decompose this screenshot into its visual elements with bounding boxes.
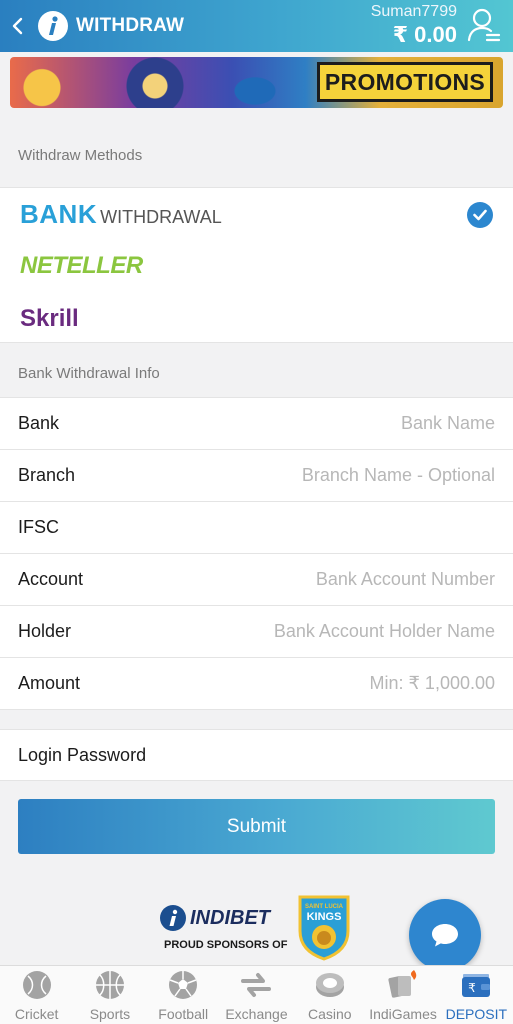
field-label: Account	[18, 569, 84, 589]
nav-label: DEPOSIT	[445, 1006, 508, 1022]
nav-label: Sports	[89, 1006, 131, 1022]
nav-label: Casino	[307, 1006, 352, 1022]
indibet-logo: INDIBET	[160, 905, 270, 931]
nav-label: IndiGames	[369, 1006, 437, 1022]
selected-check-icon	[467, 202, 493, 228]
form-row-holder: Holder	[0, 606, 513, 658]
submit-button[interactable]: Submit	[18, 799, 495, 854]
sponsor-block: INDIBET PROUD SPONSORS OF SAINT LUCIA KI…	[160, 893, 360, 963]
nav-label: Football	[158, 1006, 209, 1022]
cards-icon	[388, 970, 417, 998]
form-row-ifsc: IFSC	[0, 502, 513, 554]
form-row-bank: Bank	[0, 398, 513, 450]
basketball-icon	[95, 971, 124, 999]
bank-suffix: WITHDRAWAL	[100, 206, 222, 227]
branch-name-input[interactable]	[235, 465, 495, 486]
exchange-icon	[241, 973, 272, 997]
password-input[interactable]	[255, 742, 495, 770]
promotions-banner[interactable]: PROMOTIONS	[10, 57, 503, 108]
field-label: IFSC	[18, 517, 60, 537]
field-label: Holder	[18, 621, 72, 641]
nav-item-exchange[interactable]: Exchange	[220, 966, 293, 1024]
nav-label: Cricket	[14, 1006, 59, 1022]
username: Suman7799	[370, 3, 457, 20]
nav-label: Exchange	[225, 1006, 288, 1022]
bank-brand: BANK	[20, 198, 98, 229]
field-label: Amount	[18, 673, 81, 693]
chat-bubble-icon	[432, 924, 458, 947]
nav-item-football[interactable]: Football	[147, 966, 220, 1024]
bank-info-form: Bank Branch IFSC Account Holder Amount	[0, 397, 513, 710]
casino-chip-icon	[315, 973, 344, 997]
indibet-i-icon	[160, 905, 186, 931]
field-label: Branch	[18, 465, 76, 485]
balance: ₹ 0.00	[392, 22, 457, 47]
cricket-ball-icon	[22, 971, 51, 999]
method-bank-withdrawal[interactable]: BANK WITHDRAWAL	[20, 194, 222, 234]
banner-art	[10, 57, 90, 108]
bank-name-input[interactable]	[235, 413, 495, 434]
nav-item-deposit[interactable]: ₹ DEPOSIT	[440, 966, 513, 1024]
form-row-account: Account	[0, 554, 513, 606]
back-button[interactable]	[0, 0, 36, 52]
chat-button[interactable]	[409, 899, 481, 971]
chevron-left-icon	[12, 17, 23, 35]
team-top-text: SAINT LUCIA	[305, 904, 344, 910]
team-name-text: KINGS	[307, 911, 342, 923]
user-info: Suman7799 ₹ 0.00	[371, 2, 457, 48]
nav-item-sports[interactable]: Sports	[73, 966, 146, 1024]
bank-info-heading: Bank Withdrawal Info	[18, 365, 160, 382]
promotions-label: PROMOTIONS	[317, 62, 493, 102]
withdraw-methods-heading: Withdraw Methods	[18, 147, 143, 164]
nav-item-casino[interactable]: Casino	[293, 966, 366, 1024]
field-label: Bank	[18, 413, 60, 433]
ifsc-input[interactable]	[235, 517, 495, 538]
form-row-branch: Branch	[0, 450, 513, 502]
saint-lucia-kings-shield-icon: SAINT LUCIA KINGS	[298, 895, 350, 961]
bottom-nav: Cricket Sports Football Exchange Casino …	[0, 965, 513, 1024]
nav-item-cricket[interactable]: Cricket	[0, 966, 73, 1024]
amount-input[interactable]	[235, 673, 495, 694]
method-skrill[interactable]: Skrill	[20, 299, 79, 339]
banner-art	[120, 57, 190, 108]
svg-text:₹: ₹	[469, 981, 477, 995]
holder-name-input[interactable]	[235, 621, 495, 642]
withdraw-methods-list: BANK WITHDRAWAL NETELLER Skrill	[0, 187, 513, 343]
method-neteller[interactable]: NETELLER	[20, 246, 143, 286]
indibet-brand: INDIBET	[190, 906, 270, 929]
form-row-amount: Amount	[0, 658, 513, 710]
wallet-icon: ₹	[462, 974, 491, 997]
password-label: Login Password	[18, 744, 147, 765]
sponsor-text: PROUD SPONSORS OF	[164, 939, 288, 951]
page-title: WITHDRAW	[76, 15, 185, 36]
account-number-input[interactable]	[235, 569, 495, 590]
form-row-password: Login Password	[0, 729, 513, 781]
banner-art	[210, 61, 300, 108]
header-bar: WITHDRAW Suman7799 ₹ 0.00	[0, 0, 513, 52]
football-icon	[169, 971, 198, 999]
app-logo-icon[interactable]	[38, 11, 68, 41]
nav-item-indigames[interactable]: IndiGames	[366, 966, 439, 1024]
user-menu-icon[interactable]	[467, 7, 501, 43]
